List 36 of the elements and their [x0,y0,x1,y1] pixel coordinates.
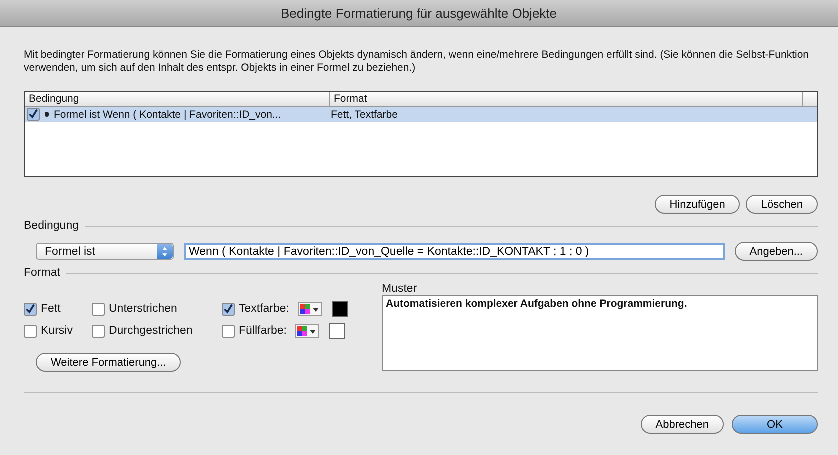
table-cell: Formel ist Wenn ( Kontakte | Favoriten::ID_von... [54,108,282,120]
dialog-button[interactable]: OK [732,415,818,434]
preview-label: Muster [382,283,418,295]
column-header[interactable]: Bedingung [25,92,330,106]
checkbox[interactable] [24,324,37,338]
checkbox[interactable] [24,302,37,316]
checkbox[interactable] [222,324,235,338]
table-row[interactable]: Formel ist Wenn ( Kontakte | Favoriten::ID_von... Fett, Textfarbe [25,107,817,122]
checkbox[interactable] [27,108,40,121]
checkbox[interactable] [222,302,235,316]
checkbox-label: Unterstrichen [109,303,178,315]
description-text: Mit bedingter Formatierung können Sie die Formatierung eines Objekts dynamisch ändern, wenn eine/mehrere Bedingungen erfüllt sind. (Sie können die Selbst-Funktion verwenden, um sich auf den Inhalt des entspr. Objekts in einer Formel zu beziehen.) [24,49,810,75]
formula-field[interactable]: Wenn ( Kontakte | Favoriten::ID_von_Quelle = Kontakte::ID_KONTAKT ; 1 ; 0 ) [184,243,725,260]
condition-type-select[interactable]: Formel ist [36,243,174,260]
preview-text: Automatisieren komplexer Aufgaben ohne Programmierung. [386,298,688,310]
table-cell-text: Fett, Textfarbe [330,108,399,120]
specify-button[interactable]: Angeben... [734,242,818,261]
checkbox-label: Kursiv [41,325,73,337]
column-header[interactable]: Format [330,92,802,106]
section-label: Format [24,267,60,279]
checkbox[interactable] [92,302,105,316]
table-action-button[interactable]: Löschen [746,195,818,214]
color-picker-button[interactable] [294,324,319,338]
table-action-button[interactable]: Hinzufügen [654,195,740,214]
bullet-icon [45,112,49,117]
color-picker-button[interactable] [298,302,322,316]
checkbox-label: Fett [41,303,61,315]
checkbox-label: Füllfarbe: [239,325,287,337]
stepper-arrows-icon [157,244,173,259]
window-title: Bedingte Formatierung für ausgewählte Objekte [280,6,558,20]
section-label: Bedingung [24,220,79,232]
dialog-button[interactable]: Abbrechen [640,415,724,434]
checkbox[interactable] [92,324,105,338]
more-formatting-button[interactable]: Weitere Formatierung... [36,353,182,372]
checkbox-label: Durchgestrichen [109,325,193,337]
checkbox-label: Textfarbe: [239,303,290,315]
